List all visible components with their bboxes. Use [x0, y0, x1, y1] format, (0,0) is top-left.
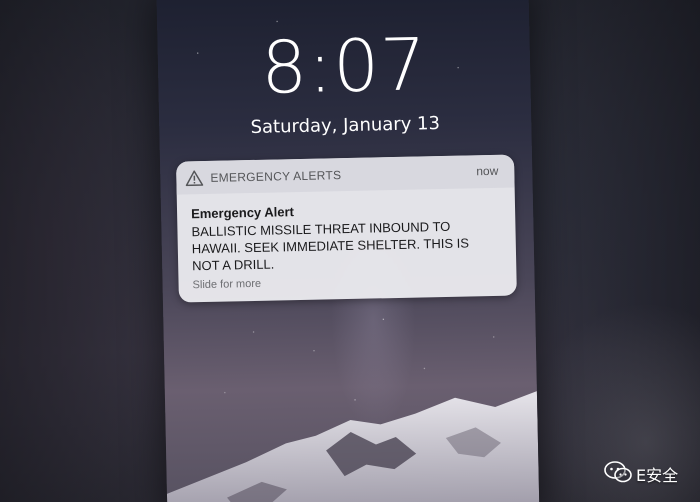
- lock-screen-time: 8:07: [260, 22, 428, 110]
- phone-lock-screen: 8:07 Saturday, January 13 EMERGENCY ALER…: [156, 0, 540, 502]
- blurred-background-left: [0, 0, 175, 502]
- slide-for-more-hint[interactable]: Slide for more: [192, 278, 261, 291]
- wechat-icon: [604, 461, 632, 483]
- notification-body: BALLISTIC MISSILE THREAT INBOUND TO HAWA…: [191, 218, 470, 274]
- notification-app-name: EMERGENCY ALERTS: [210, 168, 342, 185]
- notification-header: EMERGENCY ALERTS now: [176, 154, 515, 195]
- emergency-alert-notification[interactable]: EMERGENCY ALERTS now Emergency Alert BAL…: [176, 154, 517, 303]
- snowy-mountain: [166, 391, 540, 502]
- warning-triangle-icon: [185, 170, 204, 187]
- photo-background: 8:07 Saturday, January 13 EMERGENCY ALER…: [0, 0, 700, 502]
- notification-title: Emergency Alert: [190, 204, 295, 222]
- watermark: E安全: [604, 458, 696, 486]
- notification-timestamp: now: [476, 163, 499, 179]
- watermark-text: E安全: [636, 466, 679, 485]
